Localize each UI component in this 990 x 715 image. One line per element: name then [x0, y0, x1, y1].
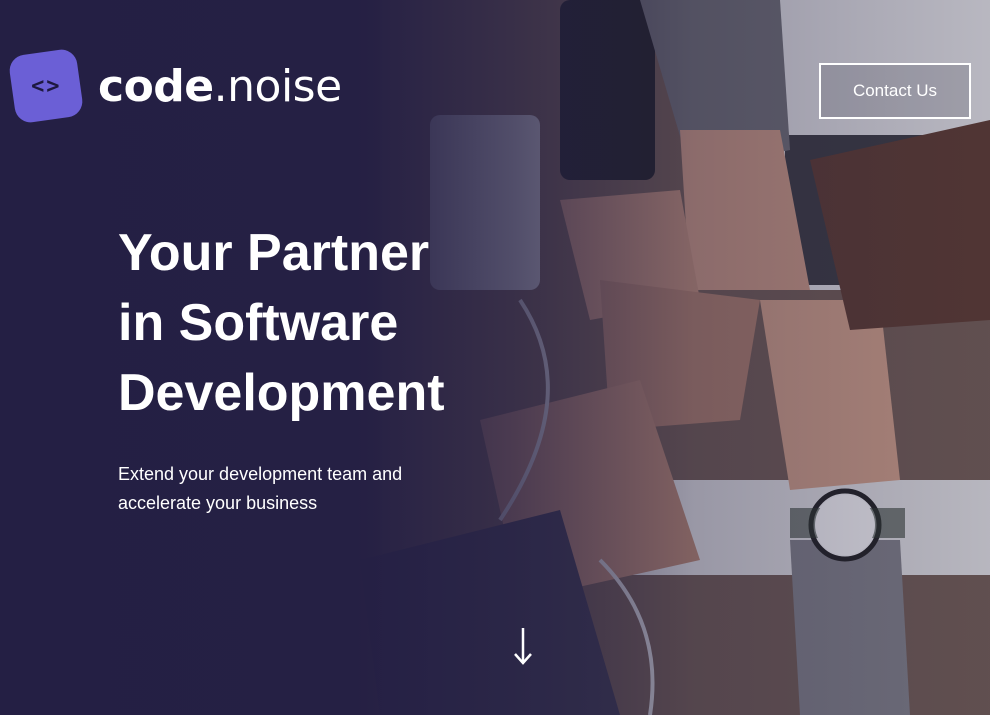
brand-name-secondary: .noise [213, 60, 343, 112]
arrow-down-icon[interactable] [508, 624, 538, 668]
hero-subtext: Extend your development team and acceler… [118, 460, 478, 518]
contact-us-button[interactable]: Contact Us [819, 63, 971, 119]
headline-line: Development [118, 364, 445, 422]
headline-line: in Software [118, 294, 399, 352]
brand-logo[interactable]: <> code.noise [7, 47, 342, 125]
brand-name: code.noise [98, 61, 342, 112]
headline-line: Your Partner [118, 224, 430, 282]
hero-section: <> code.noise Contact Us Your Partner in… [0, 0, 990, 715]
subtext-line: accelerate your business [118, 493, 318, 513]
code-brackets-icon: <> [7, 47, 85, 125]
subtext-line: Extend your development team and [118, 464, 403, 484]
brand-name-primary: code [98, 60, 214, 112]
hero-headline: Your Partner in Software Development [118, 218, 538, 428]
